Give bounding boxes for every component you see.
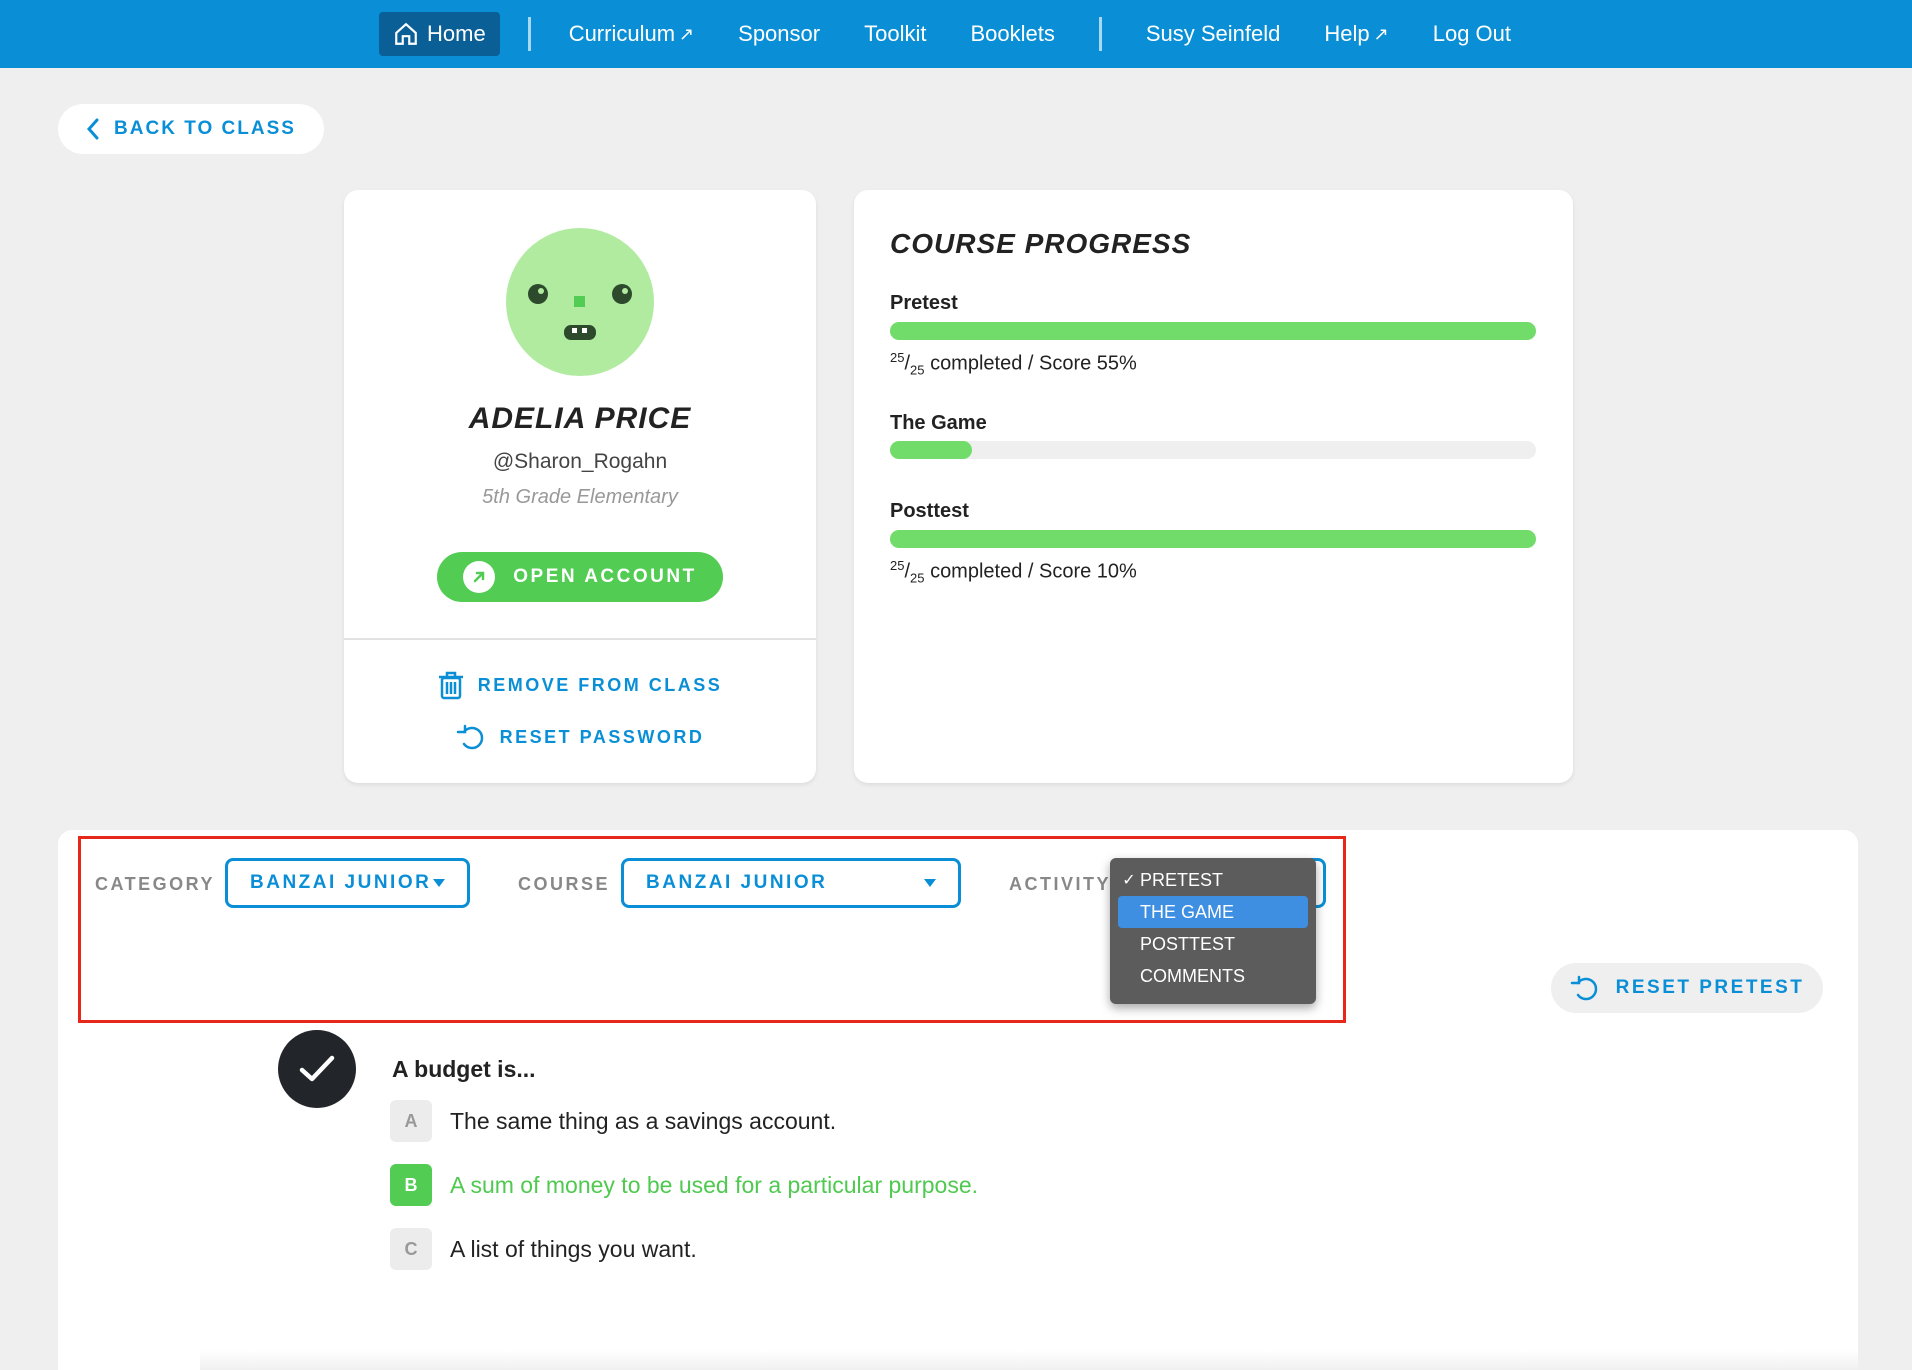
reset-pretest-button[interactable]: RESET PRETEST <box>1551 963 1823 1013</box>
chevron-left-icon <box>87 118 99 140</box>
pretest-progress-fill <box>890 322 1536 340</box>
answer-text: A list of things you want. <box>450 1235 697 1262</box>
remove-from-class-label: REMOVE FROM CLASS <box>477 674 723 695</box>
activity-label: ACTIVITY <box>1009 874 1112 894</box>
nav-home-label: Home <box>427 21 486 46</box>
answered-check-icon <box>278 1030 356 1108</box>
student-username: @Sharon_Rogahn <box>492 450 668 473</box>
nav-divider <box>527 17 531 51</box>
category-label: CATEGORY <box>95 874 216 894</box>
nav-user-link[interactable]: Susy Seinfeld <box>1146 21 1281 47</box>
home-icon <box>395 22 417 45</box>
course-label: COURSE <box>518 874 611 894</box>
nav-help-label: Help <box>1324 21 1370 46</box>
nav-booklets-link[interactable]: Booklets <box>970 21 1054 47</box>
student-card: ADELIA PRICE @Sharon_Rogahn 5th Grade El… <box>344 190 816 783</box>
avatar <box>506 228 654 376</box>
course-progress-card: COURSE PROGRESS Pretest 25/25 completed … <box>854 190 1573 783</box>
pretest-label: Pretest <box>890 292 958 314</box>
trash-icon <box>438 671 463 700</box>
posttest-completed-count: 25 <box>890 558 905 573</box>
pretest-completed-count: 25 <box>890 350 905 365</box>
answer-text: The same thing as a savings account. <box>450 1107 837 1134</box>
the-game-label: The Game <box>890 412 987 434</box>
nav-curriculum-link[interactable]: Curriculum ↗ <box>569 21 694 47</box>
back-to-class-label: BACK TO CLASS <box>114 118 296 139</box>
reset-password-button[interactable]: RESET PASSWORD <box>344 724 816 750</box>
back-to-class-button[interactable]: BACK TO CLASS <box>58 104 324 154</box>
posttest-total-count: 25 <box>910 570 925 586</box>
remove-from-class-button[interactable]: REMOVE FROM CLASS <box>344 670 816 700</box>
reset-pretest-label: RESET PRETEST <box>1615 977 1805 998</box>
nav-home-button[interactable]: Home <box>379 12 500 56</box>
open-account-label: OPEN ACCOUNT <box>513 566 697 587</box>
posttest-label: Posttest <box>890 500 969 522</box>
card-divider <box>344 638 816 640</box>
category-select-value: BANZAI JUNIOR <box>250 872 432 893</box>
external-link-icon: ↗ <box>679 23 695 44</box>
reset-icon <box>456 724 483 750</box>
scroll-shadow <box>200 1350 1858 1370</box>
activity-option-comments[interactable]: COMMENTS <box>1118 960 1308 992</box>
posttest-progress-fill <box>890 530 1536 548</box>
reset-password-label: RESET PASSWORD <box>499 726 705 747</box>
activity-option-the-game[interactable]: THE GAME <box>1118 896 1308 928</box>
the-game-progress-bar <box>890 441 1536 459</box>
pretest-progress-bar <box>890 322 1536 340</box>
answer-option-a: A The same thing as a savings account. <box>390 1100 836 1142</box>
pretest-total-count: 25 <box>910 362 925 378</box>
nav-toolkit-link[interactable]: Toolkit <box>864 21 926 47</box>
activity-dropdown-menu[interactable]: ✓ PRETEST THE GAME POSTTEST COMMENTS <box>1110 858 1316 1004</box>
activity-option-posttest[interactable]: POSTTEST <box>1118 928 1308 960</box>
posttest-progress-bar <box>890 530 1536 548</box>
category-select[interactable]: BANZAI JUNIOR <box>225 858 470 908</box>
activity-option-pretest[interactable]: ✓ PRETEST <box>1118 864 1308 896</box>
answer-text: A sum of money to be used for a particul… <box>450 1171 979 1198</box>
posttest-score-text: completed / Score 10% <box>930 560 1137 583</box>
activity-option-label: COMMENTS <box>1140 965 1245 986</box>
pretest-score-text: completed / Score 55% <box>930 352 1137 375</box>
answer-letter: A <box>390 1100 432 1142</box>
student-grade: 5th Grade Elementary <box>482 486 678 508</box>
top-nav: Home Curriculum ↗ Sponsor Toolkit Bookle… <box>0 0 1912 68</box>
answer-option-c: C A list of things you want. <box>390 1228 697 1270</box>
open-account-button[interactable]: OPEN ACCOUNT <box>437 552 723 602</box>
course-progress-title: COURSE PROGRESS <box>890 228 1192 259</box>
reset-icon <box>1570 975 1597 1001</box>
the-game-progress-fill <box>890 441 973 459</box>
nav-curriculum-label: Curriculum <box>568 21 676 46</box>
posttest-progress-text: 25/25 completed / Score 10% <box>890 558 1137 586</box>
caret-down-icon <box>433 879 445 887</box>
pretest-progress-text: 25/25 completed / Score 55% <box>890 350 1137 378</box>
caret-down-icon <box>924 879 936 887</box>
activity-option-label: PRETEST <box>1140 869 1224 890</box>
checkmark-icon: ✓ <box>1122 872 1136 889</box>
nav-divider <box>1098 17 1102 51</box>
arrow-up-right-icon <box>463 561 496 593</box>
external-link-icon: ↗ <box>1373 23 1389 44</box>
activity-option-label: POSTTEST <box>1140 933 1236 954</box>
nav-help-link[interactable]: Help ↗ <box>1324 21 1388 47</box>
answer-option-b: B A sum of money to be used for a partic… <box>390 1164 978 1206</box>
course-select-value: BANZAI JUNIOR <box>646 872 828 893</box>
nav-logout-link[interactable]: Log Out <box>1433 21 1511 47</box>
course-select[interactable]: BANZAI JUNIOR <box>621 858 961 908</box>
student-name: ADELIA PRICE <box>468 402 692 435</box>
nav-sponsor-link[interactable]: Sponsor <box>738 21 820 47</box>
activity-option-label: THE GAME <box>1140 901 1235 922</box>
answer-letter: B <box>390 1164 432 1206</box>
question-text: A budget is... <box>392 1056 536 1082</box>
answer-letter: C <box>390 1228 432 1270</box>
